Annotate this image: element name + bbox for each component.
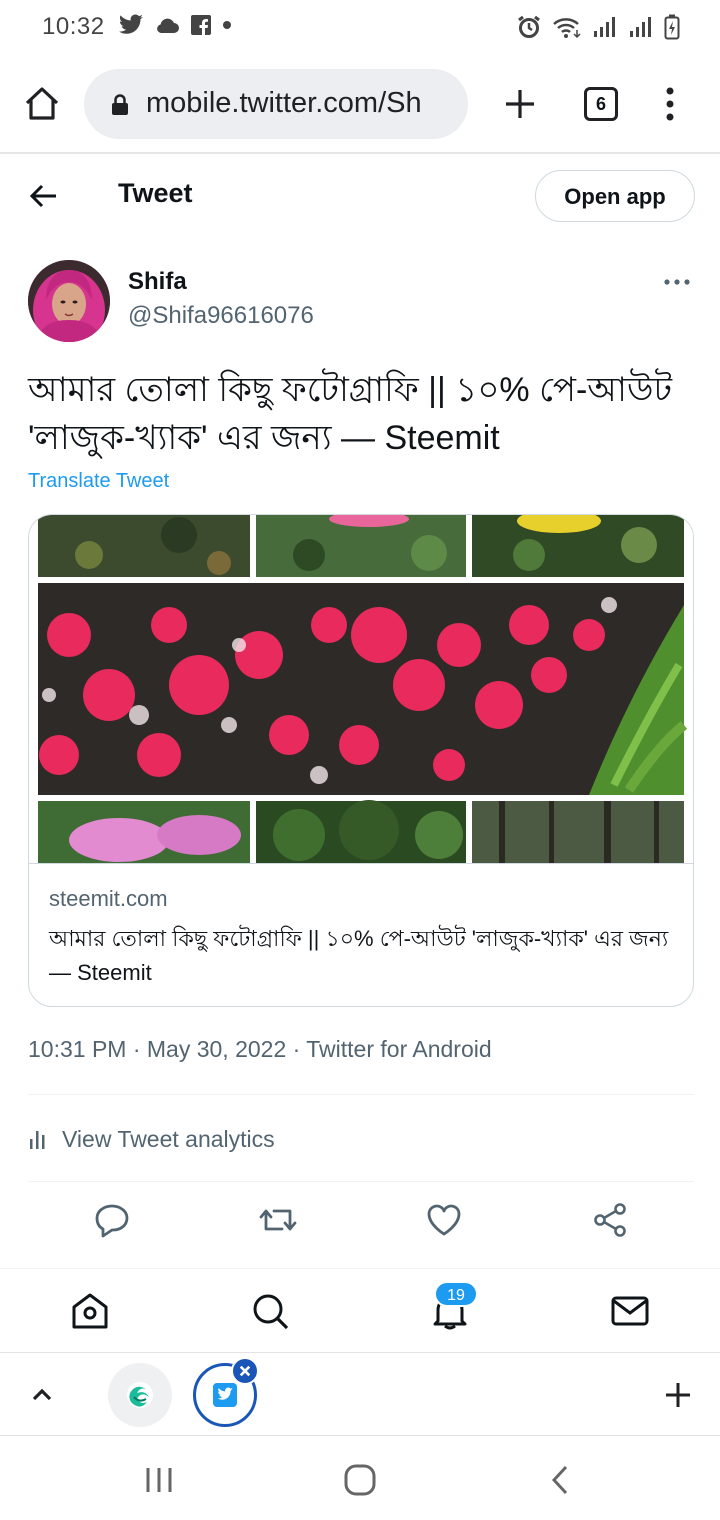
add-tab-plus-icon[interactable] <box>662 1379 694 1411</box>
browser-tab-strip <box>0 1352 720 1436</box>
system-status-icons <box>516 14 680 40</box>
page-title: Tweet <box>118 178 193 208</box>
steemit-favicon-icon <box>127 1382 153 1408</box>
close-tab-icon[interactable] <box>231 1357 259 1385</box>
home-icon[interactable] <box>70 1291 110 1331</box>
author-handle[interactable]: @Shifa96616076 <box>128 302 314 330</box>
browser-toolbar: mobile.twitter.com/Sh 6 <box>0 56 720 154</box>
tweet-text: আমার তোলা কিছু ফটোগ্রাফি || ১০% পে-আউট '… <box>28 371 672 457</box>
tweet-timestamp: 10:31 PM · May 30, 2022 · Twitter for An… <box>28 1036 492 1062</box>
signal-icon <box>594 17 615 37</box>
chevron-up-icon[interactable] <box>28 1381 56 1409</box>
home-icon[interactable] <box>22 84 62 124</box>
notification-icons <box>118 14 232 36</box>
url-text: mobile.twitter.com/Sh <box>146 87 422 119</box>
divider <box>28 1181 694 1182</box>
flower-collage-image <box>29 515 693 863</box>
notification-badge: 19 <box>434 1281 478 1307</box>
twitter-icon <box>119 14 143 34</box>
home-button-icon[interactable] <box>342 1462 378 1498</box>
view-tweet-analytics[interactable]: View Tweet analytics <box>28 1122 275 1156</box>
search-icon[interactable] <box>250 1291 290 1331</box>
facebook-icon <box>191 15 211 36</box>
messages-mail-icon[interactable] <box>610 1291 650 1331</box>
card-title: আমার তোলা কিছু ফটোগ্রাফি || ১০% পে-আউট '… <box>49 926 669 985</box>
analytics-icon <box>30 1131 45 1149</box>
avatar[interactable] <box>28 260 110 342</box>
tab-steemit[interactable] <box>108 1363 172 1427</box>
tweet-actions <box>0 1200 720 1244</box>
more-horizontal-icon[interactable] <box>662 272 692 292</box>
back-arrow-icon[interactable] <box>26 178 62 214</box>
battery-charging-icon <box>664 14 680 40</box>
card-thumbnail <box>29 515 693 863</box>
lock-icon <box>112 94 128 115</box>
card-info: steemit.com আমার তোলা কিছু ফটোগ্রাফি || … <box>29 863 693 1006</box>
back-icon[interactable] <box>544 1462 580 1498</box>
recent-apps-icon[interactable] <box>141 1462 177 1498</box>
bottom-navigation: 19 <box>0 1268 720 1350</box>
address-bar[interactable]: mobile.twitter.com/Sh <box>84 69 468 139</box>
analytics-label: View Tweet analytics <box>62 1125 275 1152</box>
status-time: 10:32 <box>42 13 105 40</box>
like-heart-icon[interactable] <box>424 1200 464 1240</box>
retweet-icon[interactable] <box>258 1200 298 1240</box>
link-preview-card[interactable]: steemit.com আমার তোলা কিছু ফটোগ্রাফি || … <box>28 514 694 1007</box>
divider <box>28 1094 694 1095</box>
system-navigation-bar <box>0 1436 720 1520</box>
card-domain: steemit.com <box>49 886 168 911</box>
dot-icon <box>223 21 231 29</box>
more-vert-icon[interactable] <box>660 84 680 124</box>
alarm-icon <box>518 15 540 38</box>
reply-icon[interactable] <box>92 1200 132 1240</box>
avatar-image <box>28 260 110 342</box>
tab-switcher-button[interactable]: 6 <box>584 87 618 121</box>
signal-icon <box>630 17 651 37</box>
new-tab-plus-icon[interactable] <box>500 84 540 124</box>
cloud-icon <box>157 18 179 33</box>
translate-tweet-link[interactable]: Translate Tweet <box>28 470 169 493</box>
open-app-button[interactable]: Open app <box>535 170 695 222</box>
wifi-icon <box>553 18 581 39</box>
tweet-header: Tweet Open app <box>0 156 720 236</box>
status-bar: 10:32 <box>0 0 720 56</box>
share-icon[interactable] <box>590 1200 630 1240</box>
author-name[interactable]: Shifa <box>128 268 187 296</box>
